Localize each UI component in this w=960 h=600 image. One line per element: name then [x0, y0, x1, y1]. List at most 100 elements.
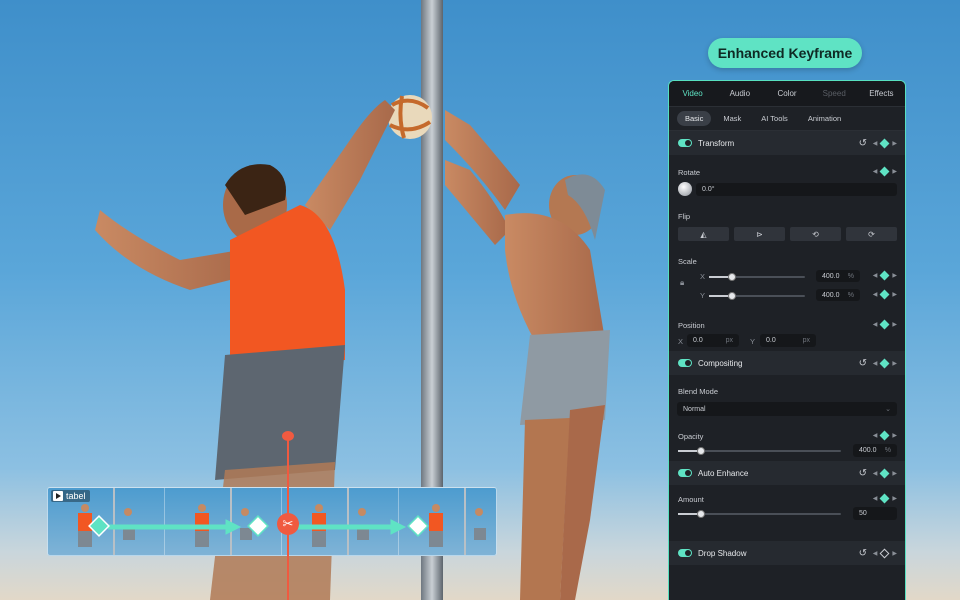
- prev-keyframe-icon[interactable]: ◀: [873, 495, 878, 502]
- position-y-value: 0.0: [766, 337, 776, 344]
- opacity-field[interactable]: 400.0%: [853, 444, 897, 457]
- next-keyframe-icon[interactable]: ▶: [892, 550, 897, 557]
- flip-label: Flip: [678, 212, 691, 221]
- keyframe-diamond-icon[interactable]: [879, 289, 890, 300]
- opacity-slider[interactable]: [678, 447, 841, 455]
- prev-keyframe-icon[interactable]: ◀: [873, 168, 878, 175]
- keyframe-diamond-icon[interactable]: [879, 358, 890, 368]
- next-keyframe-icon[interactable]: ▶: [892, 321, 897, 328]
- keyframe-diamond-icon[interactable]: [879, 138, 890, 148]
- prev-keyframe-icon[interactable]: ◀: [873, 360, 878, 367]
- keyframe-nav: ◀ ▶: [873, 138, 897, 148]
- reset-icon[interactable]: ↺: [859, 358, 867, 369]
- compositing-toggle[interactable]: [678, 359, 692, 367]
- chevron-down-icon: ⌄: [885, 406, 891, 413]
- scale-y-value: 400.0: [822, 291, 840, 299]
- prev-keyframe-icon[interactable]: ◀: [873, 470, 878, 477]
- position-x-unit: px: [725, 337, 733, 344]
- rotate-right-button[interactable]: ⟳: [846, 227, 897, 241]
- scale-label: Scale: [678, 257, 697, 266]
- next-keyframe-icon[interactable]: ▶: [892, 432, 897, 439]
- transform-title: Transform: [698, 138, 735, 148]
- prev-keyframe-icon[interactable]: ◀: [873, 321, 878, 328]
- keyframe-diamond-icon[interactable]: [879, 493, 890, 504]
- next-keyframe-icon[interactable]: ▶: [892, 272, 897, 279]
- scale-x-axis: X: [700, 272, 706, 281]
- drop-shadow-header: Drop Shadow ↺ ◀ ▶: [669, 541, 905, 565]
- keyframe-diamond-icon[interactable]: [879, 548, 890, 558]
- prev-keyframe-icon[interactable]: ◀: [873, 272, 878, 279]
- drop-shadow-toggle[interactable]: [678, 549, 692, 557]
- subtab-ai-tools[interactable]: AI Tools: [753, 111, 796, 126]
- amount-knob[interactable]: [697, 510, 705, 518]
- tab-speed[interactable]: Speed: [811, 81, 858, 106]
- opacity-knob[interactable]: [697, 447, 705, 455]
- prev-keyframe-icon[interactable]: ◀: [873, 140, 878, 147]
- keyframe-diamond-icon[interactable]: [879, 270, 890, 281]
- prev-keyframe-icon[interactable]: ◀: [873, 291, 878, 298]
- tab-effects[interactable]: Effects: [858, 81, 905, 106]
- next-keyframe-icon[interactable]: ▶: [892, 140, 897, 147]
- next-keyframe-icon[interactable]: ▶: [892, 470, 897, 477]
- position-y-field[interactable]: 0.0 px: [760, 334, 816, 347]
- clip-label: tabel: [51, 490, 90, 502]
- next-keyframe-icon[interactable]: ▶: [892, 168, 897, 175]
- prev-keyframe-icon[interactable]: ◀: [873, 432, 878, 439]
- tab-video[interactable]: Video: [669, 81, 716, 106]
- next-keyframe-icon[interactable]: ▶: [892, 291, 897, 298]
- keyframe-diamond-icon: [88, 515, 110, 537]
- opacity-label: Opacity: [678, 432, 704, 441]
- auto-enhance-toggle[interactable]: [678, 469, 692, 477]
- amount-slider[interactable]: [678, 510, 841, 518]
- reset-icon[interactable]: ↺: [859, 548, 867, 559]
- lock-icon[interactable]: 🔒︎: [680, 278, 684, 288]
- keyframe-diamond-icon[interactable]: [879, 319, 890, 330]
- prev-keyframe-icon[interactable]: ◀: [873, 550, 878, 557]
- subtab-animation[interactable]: Animation: [800, 111, 849, 126]
- keyframe-diamond-icon: [407, 515, 429, 537]
- flip-vertical-button[interactable]: ⊳: [734, 227, 785, 241]
- position-y-axis: Y: [750, 337, 756, 346]
- rotate-field[interactable]: 0.0°: [696, 183, 897, 196]
- auto-enhance-section: Auto Enhance ↺ ◀ ▶ Amount ◀ ▶ 50: [669, 461, 905, 541]
- scale-y-field[interactable]: 400.0%: [816, 289, 860, 301]
- scale-x-field[interactable]: 400.0%: [816, 270, 860, 282]
- flip-horizontal-button[interactable]: ◭: [678, 227, 729, 241]
- scale-y-knob[interactable]: [728, 292, 736, 300]
- subtab-basic[interactable]: Basic: [677, 111, 712, 126]
- transform-section: Transform ↺ ◀ ▶ Rotate ◀ ▶ 0.0° Flip ◭ ⊳ …: [669, 131, 905, 351]
- position-y-unit: px: [802, 337, 810, 344]
- scissors-icon[interactable]: ✂: [277, 513, 299, 535]
- keyframe-nav: ◀ ▶: [873, 358, 897, 368]
- blend-mode-select[interactable]: Normal ⌄: [677, 402, 897, 416]
- subtab-mask[interactable]: Mask: [715, 111, 749, 126]
- rotate-keyframe-nav: ◀ ▶: [873, 166, 897, 177]
- next-keyframe-icon[interactable]: ▶: [892, 360, 897, 367]
- amount-field[interactable]: 50: [853, 507, 897, 520]
- scale-y-slider[interactable]: [709, 292, 805, 300]
- panel-subtabs: Basic Mask AI Tools Animation: [669, 107, 905, 131]
- keyframe-diamond-icon[interactable]: [879, 468, 890, 478]
- keyframe-diamond-icon[interactable]: [879, 166, 890, 177]
- rotate-left-button[interactable]: ⟲: [790, 227, 841, 241]
- reset-icon[interactable]: ↺: [859, 468, 867, 479]
- next-keyframe-icon[interactable]: ▶: [892, 495, 897, 502]
- scale-x-knob[interactable]: [728, 273, 736, 281]
- scale-x-slider[interactable]: [709, 273, 805, 281]
- compositing-title: Compositing: [698, 358, 743, 368]
- reset-icon[interactable]: ↺: [859, 138, 867, 149]
- property-panel: Video Audio Color Speed Effects Basic Ma…: [668, 80, 906, 600]
- tab-color[interactable]: Color: [763, 81, 810, 106]
- timeline-clip[interactable]: tabel: [47, 487, 497, 556]
- keyframe-nav: ◀ ▶: [873, 468, 897, 478]
- position-x-field[interactable]: 0.0 px: [687, 334, 739, 347]
- drop-shadow-section: Drop Shadow ↺ ◀ ▶: [669, 541, 905, 571]
- clip-name: tabel: [66, 491, 86, 501]
- transform-toggle[interactable]: [678, 139, 692, 147]
- position-keyframe-nav: ◀ ▶: [873, 319, 897, 330]
- playhead-handle[interactable]: [282, 431, 294, 441]
- rotate-dial[interactable]: [678, 182, 692, 196]
- amount-keyframe-nav: ◀ ▶: [873, 493, 897, 504]
- keyframe-diamond-icon[interactable]: [879, 430, 890, 441]
- tab-audio[interactable]: Audio: [716, 81, 763, 106]
